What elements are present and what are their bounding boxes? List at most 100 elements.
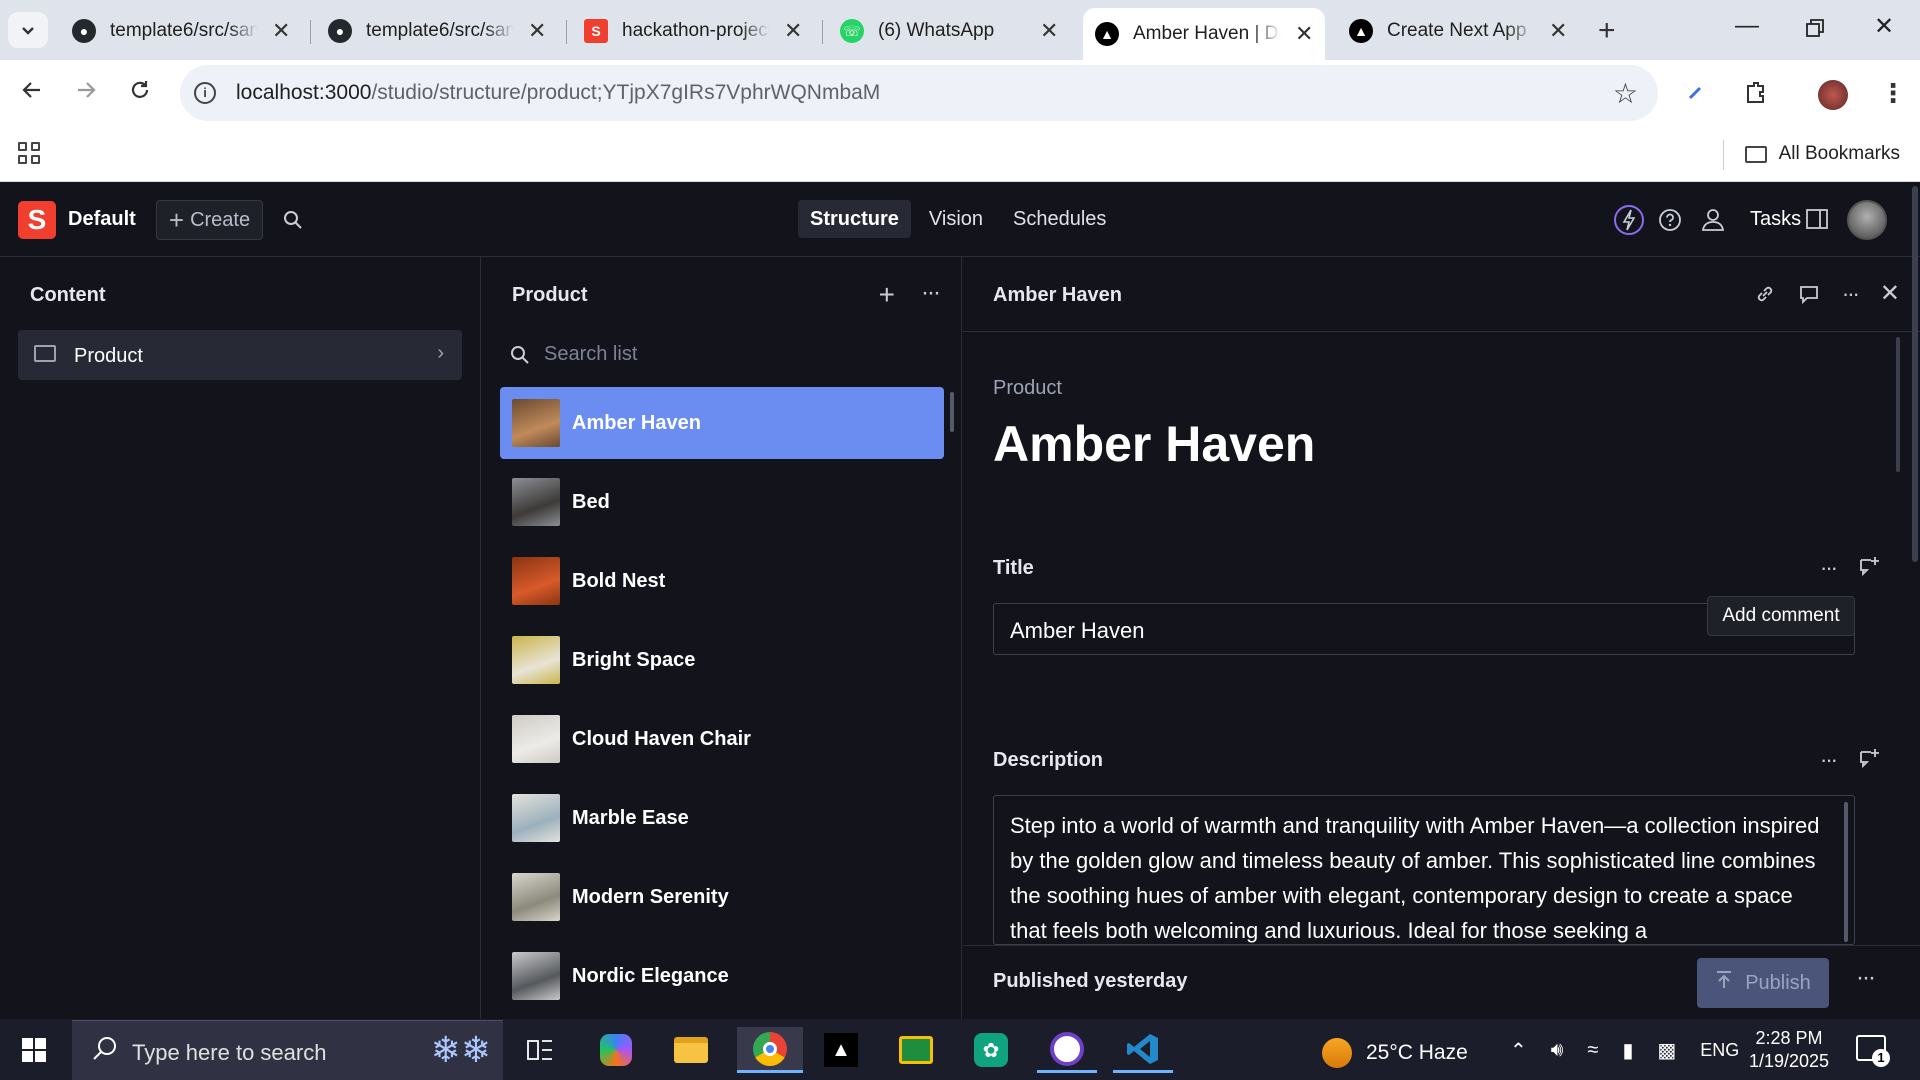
apps-grid-icon[interactable]: [18, 142, 42, 166]
bookmark-star-icon[interactable]: ☆: [1613, 77, 1638, 110]
description-textarea[interactable]: Step into a world of warmth and tranquil…: [993, 795, 1855, 945]
forward-button[interactable]: [74, 78, 98, 109]
github-desktop-icon[interactable]: [1037, 1027, 1097, 1073]
document-scrollbar[interactable]: [1896, 337, 1900, 472]
snowflake-icon: ❄❄: [430, 1029, 491, 1070]
tab-title: template6/src/sani: [366, 20, 514, 41]
more-icon[interactable]: ···: [1820, 747, 1838, 773]
users-icon[interactable]: [1700, 208, 1726, 232]
document-list-item[interactable]: Modern Serenity: [500, 861, 944, 933]
more-icon[interactable]: ···: [1820, 555, 1838, 581]
back-button[interactable]: [20, 78, 44, 109]
close-tab-icon[interactable]: ✕: [1549, 18, 1567, 44]
lightning-icon[interactable]: [1613, 204, 1645, 236]
chevron-up-icon[interactable]: ⌃: [1510, 1038, 1527, 1063]
nav-tab-vision[interactable]: Vision: [917, 200, 995, 238]
taskbar-search[interactable]: Type here to search ❄❄: [72, 1020, 503, 1080]
close-window-button[interactable]: ✕: [1874, 12, 1894, 41]
document-thumbnail: [512, 557, 560, 605]
notifications-icon[interactable]: 1: [1856, 1035, 1890, 1067]
all-bookmarks-button[interactable]: All Bookmarks: [1744, 143, 1900, 165]
close-tab-icon[interactable]: ✕: [528, 18, 546, 44]
browser-tab[interactable]: ● template6/src/sani ✕: [60, 10, 302, 52]
content-item-product[interactable]: Product ›: [18, 330, 462, 380]
description-scrollbar[interactable]: [1844, 802, 1848, 942]
pen-icon[interactable]: [1686, 82, 1706, 107]
search-icon[interactable]: [283, 210, 303, 230]
document-thumbnail: [512, 952, 560, 1000]
sanity-logo[interactable]: S: [18, 201, 56, 239]
folder-icon: [1744, 145, 1767, 163]
document-list-item[interactable]: Amber Haven: [500, 387, 944, 459]
copilot-icon[interactable]: [586, 1027, 646, 1073]
chrome-icon[interactable]: [737, 1027, 803, 1073]
browser-tab[interactable]: ● template6/src/sani ✕: [316, 10, 558, 52]
browser-tab[interactable]: ☏ (6) WhatsApp ✕: [828, 10, 1070, 52]
vscode-icon[interactable]: [1113, 1027, 1173, 1073]
add-document-icon[interactable]: +: [879, 279, 895, 311]
document-header-actions: ··· ✕: [1754, 279, 1900, 308]
windows-start-icon[interactable]: [22, 1038, 46, 1062]
file-explorer-icon[interactable]: [661, 1027, 721, 1073]
workspace-name[interactable]: Default: [68, 208, 136, 231]
more-icon[interactable]: ···: [1842, 281, 1860, 307]
more-icon[interactable]: ···: [1856, 964, 1876, 992]
tab-search-button[interactable]: [8, 12, 48, 48]
search-list-input[interactable]: Search list: [510, 337, 930, 373]
restore-button[interactable]: [1806, 16, 1824, 44]
vercel-icon[interactable]: ▲: [811, 1027, 871, 1073]
sidebar-panel-icon[interactable]: [1806, 209, 1828, 229]
document-list-item[interactable]: Nordic Elegance: [500, 940, 944, 1012]
clock[interactable]: 2:28 PM 1/19/2025: [1744, 1027, 1834, 1073]
create-button[interactable]: + Create: [156, 200, 263, 240]
camera-icon[interactable]: ▩: [1657, 1038, 1676, 1063]
document-list-item[interactable]: Marble Ease: [500, 782, 944, 854]
task-view-icon[interactable]: [510, 1027, 570, 1073]
profile-avatar[interactable]: [1818, 80, 1848, 110]
more-icon[interactable]: ···: [921, 279, 941, 311]
page-scrollbar[interactable]: [1912, 186, 1918, 562]
publish-button[interactable]: Publish: [1697, 958, 1829, 1008]
help-icon[interactable]: [1658, 208, 1682, 232]
tab-title: Amber Haven | Def: [1133, 23, 1281, 44]
url-text[interactable]: localhost:3000/studio/structure/product;…: [236, 81, 880, 105]
list-scrollbar[interactable]: [950, 392, 954, 432]
document-thumbnail: [512, 873, 560, 921]
close-tab-icon[interactable]: ✕: [1040, 18, 1058, 44]
user-avatar[interactable]: [1847, 200, 1887, 240]
link-icon[interactable]: [1754, 283, 1776, 305]
nav-tab-schedules[interactable]: Schedules: [1001, 200, 1118, 238]
browser-tab[interactable]: Shackathon-project ✕: [572, 10, 814, 52]
browser-menu-icon[interactable]: ⋮: [1880, 78, 1906, 109]
document-list-item[interactable]: Bed: [500, 466, 944, 538]
add-comment-icon[interactable]: [1858, 555, 1880, 577]
network-icon[interactable]: ≈: [1587, 1039, 1598, 1062]
minimize-button[interactable]: —: [1735, 12, 1759, 40]
extensions-icon[interactable]: [1742, 80, 1768, 111]
address-bar[interactable]: i localhost:3000/studio/structure/produc…: [180, 65, 1658, 121]
document-thumbnail: [512, 636, 560, 684]
list-actions: + ···: [879, 279, 941, 311]
browser-tab[interactable]: ▲ Amber Haven | Def ✕: [1083, 8, 1326, 60]
add-comment-icon[interactable]: [1858, 747, 1880, 769]
weather-widget[interactable]: 25°C Haze: [1322, 1038, 1468, 1068]
reload-button[interactable]: [128, 78, 152, 109]
language-indicator[interactable]: ENG: [1700, 1040, 1739, 1061]
document-list-item[interactable]: Bright Space: [500, 624, 944, 696]
nav-tab-structure[interactable]: Structure: [798, 200, 911, 238]
close-tab-icon[interactable]: ✕: [1295, 21, 1313, 47]
close-tab-icon[interactable]: ✕: [272, 18, 290, 44]
tasks-button[interactable]: Tasks: [1750, 208, 1801, 231]
close-icon[interactable]: ✕: [1880, 279, 1900, 308]
close-tab-icon[interactable]: ✕: [784, 18, 802, 44]
comment-icon[interactable]: [1798, 283, 1820, 305]
document-list-item[interactable]: Bold Nest: [500, 545, 944, 617]
document-list-item[interactable]: Cloud Haven Chair: [500, 703, 944, 775]
site-info-icon[interactable]: i: [194, 82, 216, 104]
chatgpt-icon[interactable]: ✿: [961, 1027, 1021, 1073]
classroom-icon[interactable]: [886, 1027, 946, 1073]
volume-icon[interactable]: 🔊︎: [1551, 1039, 1564, 1062]
battery-icon[interactable]: ▮: [1622, 1038, 1633, 1063]
browser-tab[interactable]: ▲ Create Next App ✕: [1337, 10, 1579, 52]
new-tab-button[interactable]: +: [1598, 14, 1616, 48]
